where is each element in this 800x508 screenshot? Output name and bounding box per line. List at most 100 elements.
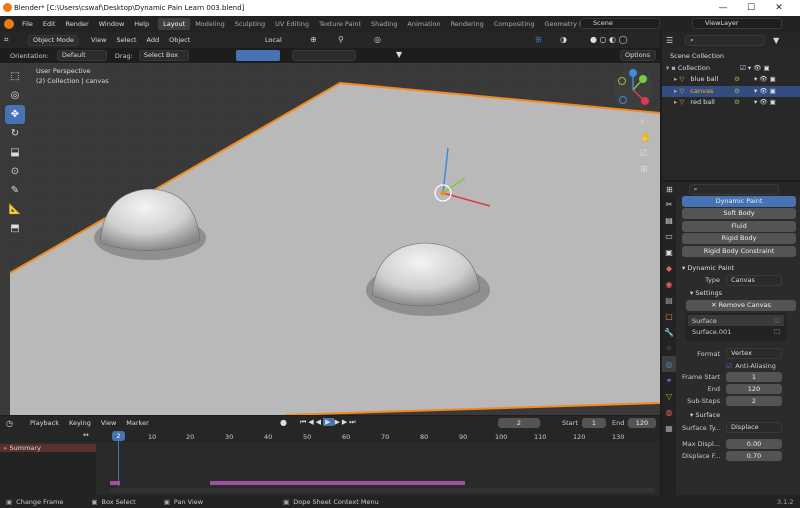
gizmo-icon[interactable]: ⊞ [535,35,542,44]
object-tab-icon[interactable]: ▢ [662,308,676,324]
texture-tab-icon[interactable]: ▦ [662,420,676,436]
surface-enabled-checkbox[interactable]: ☑ [774,317,780,325]
viewport-menu-view[interactable]: View [86,36,111,44]
surface-list-item[interactable]: Surface ☑ [688,315,784,326]
timeline-menu-keying[interactable]: Keying [64,419,96,427]
outliner-item-canvas[interactable]: ▸ ▽ canvas ⚙ ▾ 👁 ▣ [662,85,800,97]
end-field[interactable]: 120 [726,384,782,394]
workspace-tab-shading[interactable]: Shading [366,18,402,30]
outliner-editor-type-icon[interactable]: ☰ [666,36,673,45]
workspace-tab-uv-editing[interactable]: UV Editing [270,18,314,30]
expand-icon[interactable]: ▸ [674,87,677,95]
end-frame-field[interactable]: 120 [628,418,656,428]
properties-search-field[interactable]: ⌕ [688,183,779,195]
playhead-frame-indicator[interactable]: 2 [112,431,125,441]
data-tab-icon[interactable]: ▽ [662,388,676,404]
maximize-button[interactable]: ☐ [740,0,762,16]
frame-ruler[interactable] [0,430,660,442]
surface-list[interactable]: Surface ☑ Surface.001 ☐ [686,313,786,341]
tool-tab-icon[interactable]: ✂ [662,196,676,212]
view-layer-tab-icon[interactable]: ▣ [662,244,676,260]
camera-view-icon[interactable]: ⎚ [640,149,647,159]
timeline-editor-type-icon[interactable]: ◷ [6,419,13,428]
viewport-menu-object[interactable]: Object [164,36,195,44]
editor-type-icon[interactable]: ⌗ [4,35,18,45]
max-displace-field[interactable]: 0.00 [726,439,782,449]
workspace-tab-sculpting[interactable]: Sculpting [230,18,270,30]
perspective-toggle-icon[interactable]: ⊞ [640,165,648,175]
frame-start-field[interactable]: 1 [726,372,782,382]
playback-controls[interactable]: ⏮◀◀ ▶ ▶▶⏭ [300,418,358,427]
properties-editor-type-icon[interactable]: ⊞ [666,185,673,194]
mode-selector[interactable]: Object Mode [28,34,78,46]
transform-orientation-dropdown[interactable]: Local [260,36,287,44]
select-box-icon[interactable]: ⬚ [5,67,25,86]
scene-collection-row[interactable]: Scene Collection [662,51,800,63]
orientation-dropdown[interactable]: Default [56,50,107,61]
remove-canvas-button[interactable]: ✕ Remove Canvas [686,300,796,311]
zoom-icon[interactable]: ⌕ [640,117,645,127]
outliner-search-field[interactable]: ⌕ [685,34,766,46]
outliner-item-red-ball[interactable]: ▸ ▽ red ball ⚙ ▾ 👁 ▣ [662,97,800,109]
workspace-tab-rendering[interactable]: Rendering [446,18,489,30]
menu-edit[interactable]: Edit [38,20,61,28]
timeline-menu-view[interactable]: View [96,419,121,427]
add-cube-icon[interactable]: ⬒ [5,219,25,238]
modifier-tab-icon[interactable]: 🔧 [662,324,676,340]
soft-body-button[interactable]: Soft Body [682,208,796,219]
particles-tab-icon[interactable]: ⁘ [662,340,676,356]
navigation-gizmo[interactable] [610,67,656,113]
close-button[interactable]: ✕ [768,0,790,16]
view-all-icon[interactable]: ↔ [83,431,89,439]
workspace-tab-animation[interactable]: Animation [402,18,445,30]
format-dropdown[interactable]: Vertex [726,348,782,359]
anti-aliasing-row[interactable]: ☑ Anti-Aliasing [682,360,796,371]
surface-panel-header[interactable]: ▾ Surface [682,409,796,421]
cursor-icon[interactable]: ◎ [5,86,25,105]
scale-icon[interactable]: ⬓ [5,143,25,162]
visibility-icons[interactable]: ▾ 👁 ▣ [754,74,776,86]
collection-expand-icon[interactable]: ▾ ▪ [666,64,676,72]
anti-aliasing-checkbox[interactable]: ☑ [726,362,732,370]
3d-viewport[interactable]: User Perspective (2) Collection | canvas… [0,63,660,415]
viewport-menu-add[interactable]: Add [142,36,165,44]
displace-factor-field[interactable]: 0.70 [726,451,782,461]
fluid-button[interactable]: Fluid [682,220,796,232]
scene-selector[interactable]: Scene [580,18,660,29]
outliner-item-blue-ball[interactable]: ▸ ▽ blue ball ⚙ ▾ 👁 ▣ [662,74,800,86]
playhead-line[interactable] [118,436,119,486]
workspace-tab-layout[interactable]: Layout [158,18,191,30]
viewport-search-field[interactable] [292,50,356,61]
start-frame-field[interactable]: 1 [582,418,606,428]
workspace-tab-compositing[interactable]: Compositing [489,18,540,30]
filter-icon[interactable]: ▼ [396,50,402,59]
collection-row[interactable]: ▾ ▪ Collection ☑ ▾ 👁 ▣ [662,63,800,75]
collection-visibility-icons[interactable]: ☑ ▾ 👁 ▣ [740,63,770,75]
timeline-area[interactable]: ↔ 10 20 30 40 50 60 70 80 90 100 110 120… [0,430,660,495]
surface-list-item[interactable]: Surface.001 ☐ [688,326,784,337]
rigid-body-constraint-button[interactable]: Rigid Body Constraint [682,245,796,257]
snap-icon[interactable]: ⚲ [338,35,344,44]
transform-icon[interactable]: ⊙ [5,162,25,181]
rigid-body-button[interactable]: Rigid Body [682,233,796,244]
render-tab-icon[interactable]: ▤ [662,212,676,228]
collection-tab-icon[interactable]: ▤ [662,292,676,308]
shading-solid-icon[interactable]: ● ○ ◐ ◯ [590,35,628,44]
menu-window[interactable]: Window [94,20,130,28]
overlay-icon[interactable]: ◑ [560,35,567,44]
surface-enabled-checkbox[interactable]: ☐ [774,328,780,336]
proportional-edit-icon[interactable]: ◎ [374,35,381,44]
measure-icon[interactable]: 📐 [5,200,25,219]
viewport-menu-select[interactable]: Select [111,36,141,44]
surface-type-dropdown[interactable]: Displace [726,422,782,433]
scene-tab-icon[interactable]: ◆ [662,260,676,276]
world-tab-icon[interactable]: ◉ [662,276,676,292]
view-layer-selector[interactable]: ViewLayer [692,18,782,29]
settings-panel-header[interactable]: ▾ Settings [682,287,796,299]
rotate-icon[interactable]: ↻ [5,124,25,143]
summary-expand-icon[interactable]: ▸ [4,444,7,452]
drag-dropdown[interactable]: Select Box [138,50,189,61]
timeline-menu-playback[interactable]: Playback [25,419,64,427]
menu-help[interactable]: Help [129,20,154,28]
transform-affect-toggles[interactable] [236,50,280,61]
